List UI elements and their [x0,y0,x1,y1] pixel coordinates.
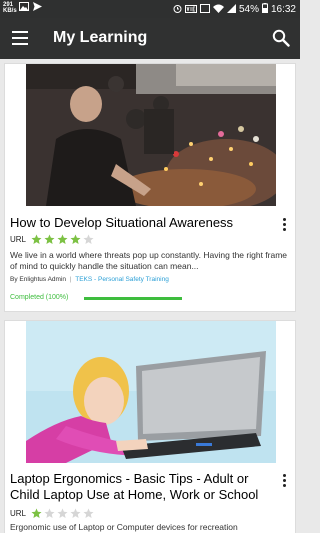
star-filled-icon [70,234,81,244]
course-description: Ergonomic use of Laptop or Computer devi… [10,522,238,532]
star-empty-icon [70,508,81,518]
wifi-icon [212,4,224,16]
star-filled-icon [31,234,42,244]
course-description: We live in a world where threats pop up … [10,250,288,271]
more-options-icon[interactable] [281,474,287,490]
page-title: My Learning [53,29,148,46]
app-bar: My Learning [0,18,300,59]
star-filled-icon [31,508,42,518]
meta-separator: | [69,276,72,283]
course-thumbnail[interactable] [26,321,276,463]
signal-icon [226,3,236,16]
search-icon[interactable] [272,29,290,47]
rating-row: URL [10,508,94,519]
volte-icon [184,4,197,15]
course-card[interactable]: Laptop Ergonomics - Basic Tips - Adult o… [4,320,296,533]
course-thumbnail[interactable] [26,64,276,206]
course-type-label: URL [10,509,27,518]
menu-icon[interactable] [12,31,28,45]
send-icon [33,2,42,14]
status-bar: 291 KB/s 54% 16:32 [0,0,300,18]
alarm-icon [173,4,182,16]
star-empty-icon [83,234,94,244]
progress-fill [84,297,182,300]
more-options-icon[interactable] [281,218,287,234]
course-type-label: URL [10,235,27,244]
rating-row: URL [10,234,94,245]
star-empty-icon [83,508,94,518]
clock: 16:32 [270,4,296,15]
course-title[interactable]: How to Develop Situational Awareness [10,215,268,231]
star-empty-icon [57,508,68,518]
course-title[interactable]: Laptop Ergonomics - Basic Tips - Adult o… [10,471,268,503]
course-meta: By Enlightus Admin | TEKS - Personal Saf… [10,276,169,283]
network-speed: 291 KB/s [3,2,17,14]
completion-status: Completed (100%) [10,294,69,301]
star-rating [31,508,94,519]
star-empty-icon [44,508,55,518]
star-filled-icon [44,234,55,244]
progress-bar [84,297,182,300]
star-rating [31,234,94,245]
course-card[interactable]: How to Develop Situational Awareness URL… [4,63,296,312]
star-filled-icon [57,234,68,244]
battery-icon [261,3,268,16]
course-list: How to Develop Situational Awareness URL… [0,59,300,533]
battery-percentage: 54% [238,4,259,15]
author-name: By Enlightus Admin [10,276,67,283]
category-link[interactable]: TEKS - Personal Safety Training [75,276,169,283]
cast-icon [199,3,210,16]
image-icon [19,2,29,14]
